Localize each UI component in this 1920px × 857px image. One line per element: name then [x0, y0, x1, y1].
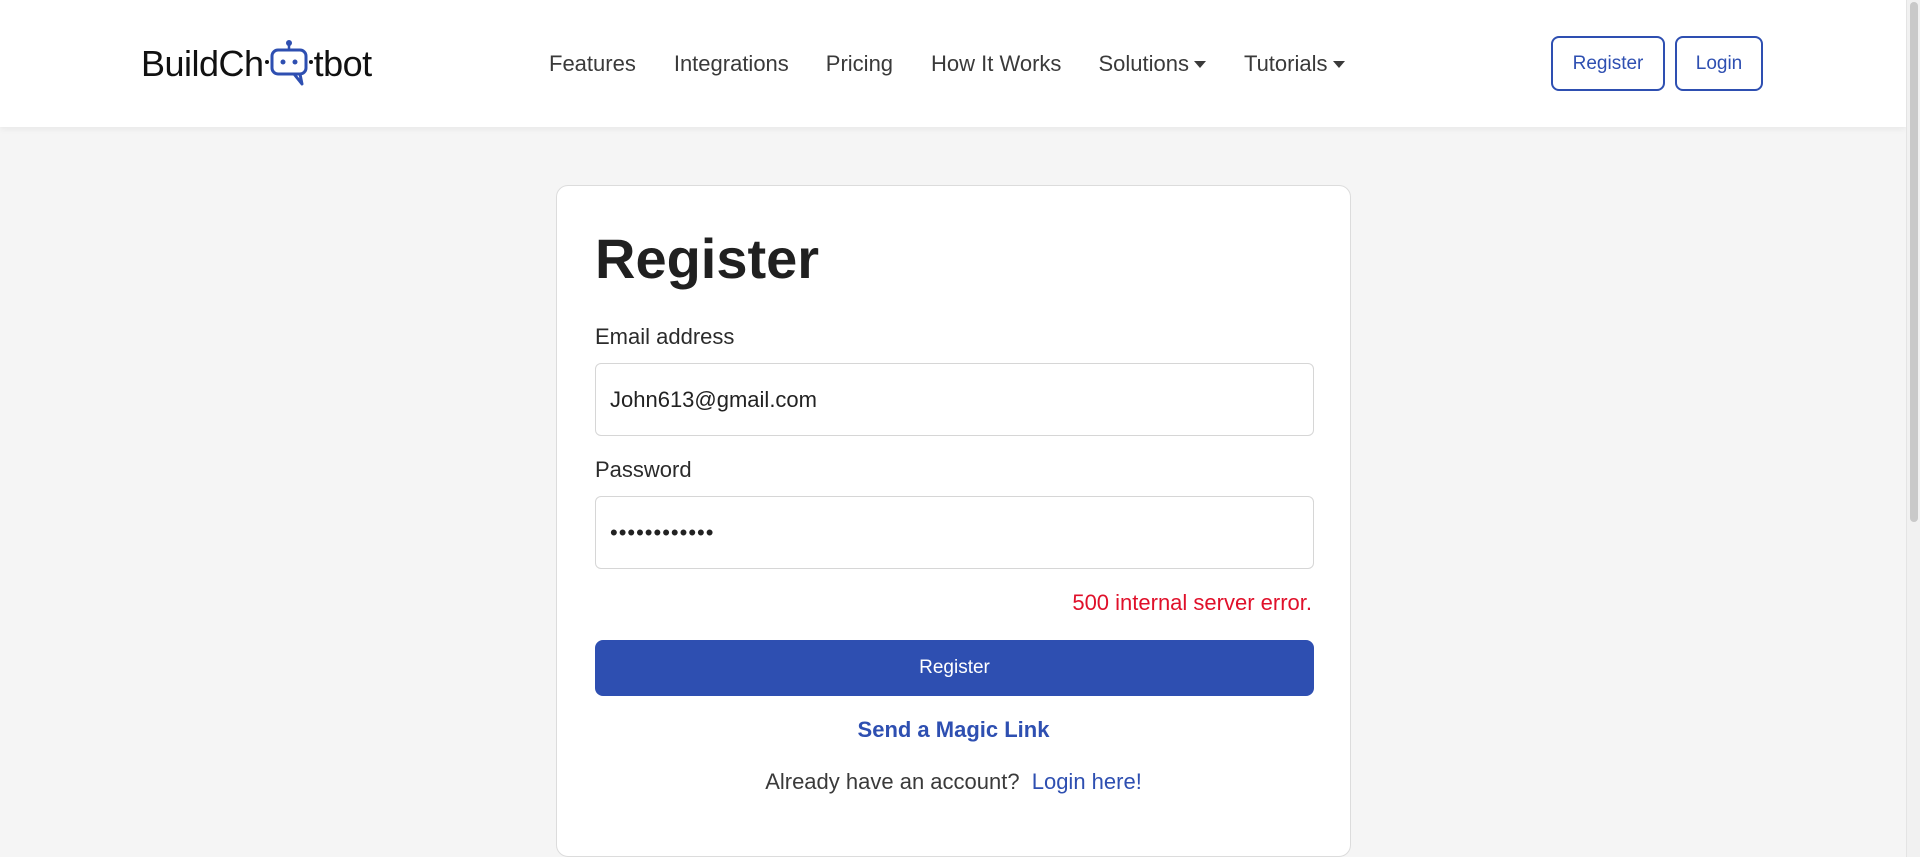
- site-header: BuildCh tbot Features Integrations Prici…: [0, 0, 1906, 127]
- caret-down-icon: [1332, 60, 1345, 68]
- brand-logo[interactable]: BuildCh tbot: [141, 40, 372, 88]
- header-login-button[interactable]: Login: [1675, 36, 1763, 91]
- button-label: Login: [1695, 52, 1743, 74]
- magic-link-button[interactable]: Send a Magic Link: [557, 717, 1350, 743]
- nav-label: Integrations: [673, 51, 789, 76]
- page-scrollbar[interactable]: [1906, 0, 1920, 857]
- caret-down-icon: [1193, 60, 1206, 68]
- email-label: Email address: [595, 324, 735, 349]
- page-title: Register: [595, 227, 820, 290]
- register-card: Register Email address John613@gmail.com…: [556, 185, 1351, 857]
- nav-label: Tutorials: [1243, 51, 1328, 76]
- nav-label: Features: [549, 51, 636, 76]
- error-message: 500 internal server error.: [1072, 590, 1312, 615]
- password-field[interactable]: ••••••••••••: [595, 496, 1314, 569]
- login-here-link[interactable]: Login here!: [1032, 769, 1142, 794]
- nav-how-it-works[interactable]: How It Works: [931, 48, 1061, 80]
- register-submit-button[interactable]: Register: [595, 640, 1314, 696]
- button-label: Register: [919, 657, 990, 678]
- password-label: Password: [595, 457, 692, 482]
- nav-label: Pricing: [825, 51, 894, 76]
- nav-integrations[interactable]: Integrations: [674, 48, 789, 80]
- logo-text-right: tbot: [313, 43, 373, 84]
- logo-text-left: BuildCh: [141, 43, 264, 84]
- header-register-button[interactable]: Register: [1551, 36, 1665, 91]
- nav-pricing[interactable]: Pricing: [826, 48, 893, 80]
- email-field[interactable]: John613@gmail.com: [595, 363, 1314, 436]
- nav-label: How It Works: [931, 51, 1062, 76]
- main-nav: Features Integrations Pricing How It Wor…: [549, 48, 1345, 80]
- nav-features[interactable]: Features: [549, 48, 636, 80]
- chatbot-logo-icon: [264, 40, 314, 88]
- nav-label: Solutions: [1098, 51, 1189, 76]
- scrollbar-thumb[interactable]: [1910, 2, 1918, 522]
- button-label: Register: [1572, 52, 1644, 74]
- nav-solutions[interactable]: Solutions: [1098, 48, 1206, 80]
- login-prompt: Already have an account? Login here!: [557, 769, 1350, 795]
- nav-tutorials[interactable]: Tutorials: [1244, 48, 1345, 80]
- login-prompt-text: Already have an account?: [765, 769, 1020, 794]
